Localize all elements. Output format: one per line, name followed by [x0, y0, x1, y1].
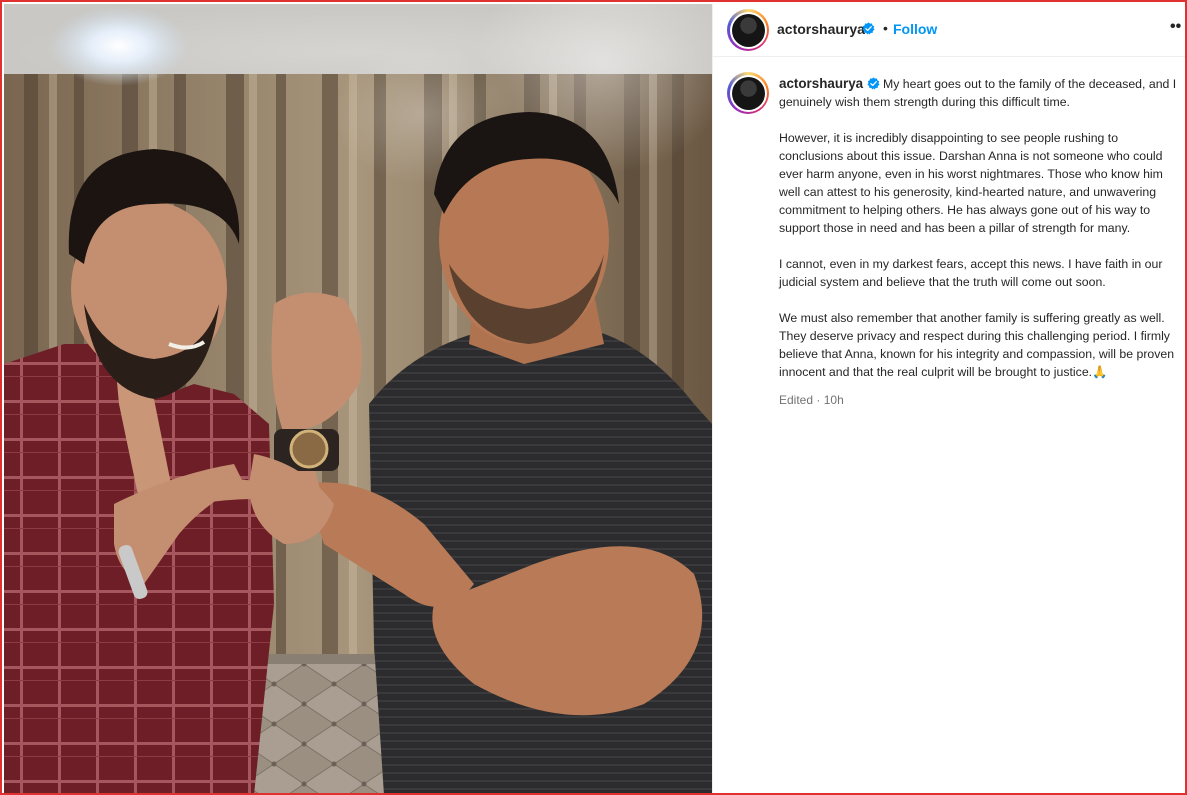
- caption-author-avatar[interactable]: [727, 72, 769, 114]
- author-username[interactable]: actorshaurya: [777, 21, 865, 37]
- author-avatar[interactable]: [727, 9, 769, 51]
- follow-button[interactable]: Follow: [893, 21, 937, 37]
- photo-illustration: [4, 4, 712, 793]
- verified-badge-icon: [862, 22, 875, 35]
- more-options-icon[interactable]: ••: [1170, 19, 1181, 35]
- caption-paragraph-1: actorshaurya My heart goes out to the fa…: [779, 75, 1181, 111]
- post-time[interactable]: 10h: [824, 393, 844, 407]
- post-side-panel: actorshaurya • Follow •• actorshaurya My…: [712, 4, 1185, 793]
- edited-label: Edited: [779, 393, 814, 407]
- post-meta: Edited · 10h: [779, 391, 1181, 409]
- caption-paragraph-3: I cannot, even in my darkest fears, acce…: [779, 257, 1163, 289]
- screenshot-frame: actorshaurya • Follow •• actorshaurya My…: [0, 0, 1187, 795]
- caption-username[interactable]: actorshaurya: [779, 76, 863, 91]
- caption-paragraph-4: We must also remember that another famil…: [779, 311, 1175, 379]
- verified-badge-icon: [867, 77, 880, 90]
- post-header: actorshaurya • Follow ••: [713, 4, 1185, 57]
- post-photo[interactable]: [4, 4, 712, 793]
- caption-paragraph-2: However, it is incredibly disappointing …: [779, 131, 1163, 235]
- caption-text: actorshaurya My heart goes out to the fa…: [779, 75, 1181, 409]
- header-separator: •: [883, 20, 888, 36]
- meta-separator: ·: [816, 393, 824, 407]
